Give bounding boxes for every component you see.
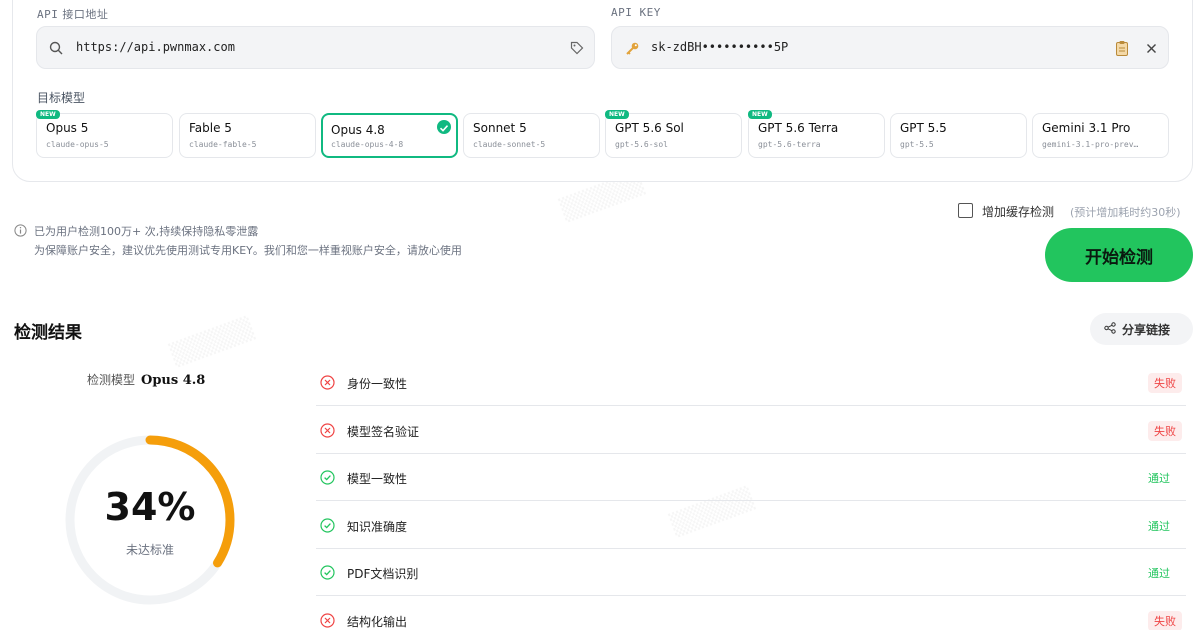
score-status: 未达标准 (125, 543, 174, 557)
check-row: 结构化输出 失败 (316, 597, 1186, 630)
api-key-value: sk-zdBH••••••••••5P (651, 40, 789, 54)
share-link-button[interactable]: 分享链接 (1090, 313, 1193, 345)
check-circle-icon (320, 517, 335, 533)
model-id: gemini-3.1-pro-prev… (1042, 140, 1139, 149)
share-icon (1104, 322, 1116, 334)
model-name: GPT 5.5 (900, 121, 947, 135)
clipboard-icon[interactable] (1114, 39, 1130, 57)
status-badge: 失败 (1148, 373, 1182, 393)
model-card-opus-4-8[interactable]: Opus 4.8 claude-opus-4-8 (321, 113, 458, 158)
model-name: GPT 5.6 Sol (615, 121, 684, 135)
api-url-label-prefix: API (37, 8, 59, 21)
results-title: 检测结果 (14, 323, 82, 343)
new-badge: NEW (36, 110, 60, 119)
api-url-value: https://api.pwnmax.com (76, 40, 235, 54)
model-card-gpt-5-6-sol[interactable]: NEW GPT 5.6 Sol gpt-5.6-sol (605, 110, 742, 158)
info-icon (14, 224, 27, 237)
check-label: 模型签名验证 (347, 424, 420, 439)
tag-icon[interactable] (569, 40, 585, 56)
check-row: PDF文档识别 通过 (316, 549, 1186, 596)
cache-hint: (预计增加耗时约30秒) (1070, 206, 1181, 219)
model-id: gpt-5.6-terra (758, 140, 821, 149)
model-name: Gemini 3.1 Pro (1042, 121, 1131, 135)
model-name: Opus 4.8 (331, 123, 385, 137)
check-row: 知识准确度 通过 (316, 502, 1186, 549)
check-label: 模型一致性 (347, 472, 408, 486)
model-card-sonnet-5[interactable]: Sonnet 5 claude-sonnet-5 (463, 113, 600, 158)
cache-label[interactable]: 增加缓存检测 (982, 203, 1054, 220)
api-key-label: API KEY (611, 6, 661, 19)
model-id: claude-fable-5 (189, 140, 257, 149)
check-row: 身份一致性 失败 (316, 359, 1186, 406)
close-icon[interactable] (1143, 40, 1159, 56)
tested-model-value: Opus 4.8 (141, 373, 206, 388)
api-url-label-text: 接口地址 (62, 8, 109, 21)
new-badge: NEW (605, 110, 629, 119)
model-id: claude-sonnet-5 (473, 140, 546, 149)
model-name: Opus 5 (46, 121, 89, 135)
model-card-fable-5[interactable]: Fable 5 claude-fable-5 (179, 113, 316, 158)
check-circle-icon (320, 470, 335, 485)
check-row: 模型签名验证 失败 (316, 407, 1186, 454)
selected-check-icon (437, 120, 451, 134)
cache-checkbox[interactable] (958, 203, 973, 218)
new-badge: NEW (748, 110, 772, 119)
score-percentage: 34% (104, 485, 196, 529)
api-url-input[interactable]: https://api.pwnmax.com (36, 26, 595, 69)
model-card-gemini-3-1-pro[interactable]: Gemini 3.1 Pro gemini-3.1-pro-prev… (1032, 113, 1169, 158)
model-name: GPT 5.6 Terra (758, 121, 839, 135)
check-label: 身份一致性 (347, 377, 408, 391)
check-circle-icon (320, 565, 335, 580)
api-key-input[interactable]: sk-zdBH••••••••••5P (611, 26, 1169, 69)
status-badge: 通过 (1148, 519, 1170, 533)
tested-model: 检测模型 Opus 4.8 (87, 371, 205, 388)
status-badge: 通过 (1148, 472, 1170, 485)
model-id: gpt-5.6-sol (615, 140, 668, 149)
status-badge: 通过 (1148, 567, 1170, 580)
tested-model-label: 检测模型 (87, 373, 136, 387)
model-id: claude-opus-4-8 (331, 140, 404, 149)
share-label: 分享链接 (1122, 323, 1171, 337)
model-id: claude-opus-5 (46, 140, 109, 149)
api-url-label: API 接口地址 (37, 6, 108, 22)
check-label: 知识准确度 (347, 519, 408, 534)
status-badge: 失败 (1148, 610, 1182, 630)
check-label: PDF文档识别 (347, 567, 419, 581)
x-circle-icon (320, 612, 335, 628)
check-row: 模型一致性 通过 (316, 454, 1186, 501)
model-id: gpt-5.5 (900, 140, 934, 149)
notice-line-1: 已为用户检测100万+ 次,持续保持隐私零泄露 (34, 225, 259, 238)
model-card-gpt-5-5[interactable]: GPT 5.5 gpt-5.5 (890, 113, 1027, 158)
model-name: Sonnet 5 (473, 121, 527, 135)
key-icon (624, 40, 640, 56)
status-badge: 失败 (1148, 420, 1182, 441)
target-model-label: 目标模型 (37, 91, 86, 105)
x-circle-icon (320, 375, 335, 390)
notice-line-2: 为保障账户安全，建议优先使用测试专用KEY。我们和您一样重视账户安全，请放心使用 (34, 244, 462, 257)
model-name: Fable 5 (189, 121, 232, 135)
check-label: 结构化输出 (347, 614, 408, 629)
model-card-opus-5[interactable]: NEW Opus 5 claude-opus-5 (36, 110, 173, 158)
watermark: ▒▒▒▒▒ (168, 316, 256, 368)
api-key-label-text: API KEY (611, 6, 661, 19)
start-detection-button[interactable]: 开始检测 (1045, 228, 1193, 282)
search-icon (48, 40, 64, 56)
x-circle-icon (320, 422, 335, 438)
model-card-gpt-5-6-terra[interactable]: NEW GPT 5.6 Terra gpt-5.6-terra (748, 110, 885, 158)
